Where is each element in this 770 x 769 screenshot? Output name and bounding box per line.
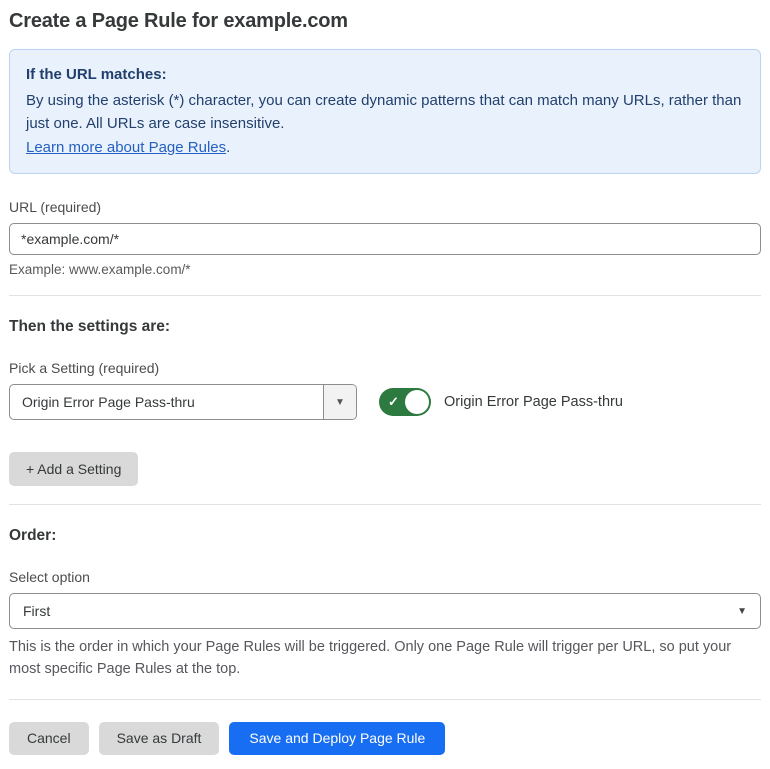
check-icon: ✓ <box>388 394 399 410</box>
chevron-down-icon: ▼ <box>737 605 747 617</box>
order-select-label: Select option <box>9 569 90 586</box>
setting-picker-arrow-button[interactable]: ▼ <box>323 385 356 420</box>
footer-actions: Cancel Save as Draft Save and Deploy Pag… <box>9 721 761 755</box>
divider <box>9 504 761 506</box>
info-box-link-line: Learn more about Page Rules. <box>26 136 744 160</box>
toggle-label: Origin Error Page Pass-thru <box>444 394 623 411</box>
info-box-body: By using the asterisk (*) character, you… <box>26 91 742 133</box>
order-select[interactable]: First ▼ <box>9 593 761 630</box>
setting-picker[interactable]: Origin Error Page Pass-thru ▼ <box>9 384 357 421</box>
add-setting-button[interactable]: + Add a Setting <box>9 452 139 487</box>
order-select-value: First <box>23 603 51 620</box>
save-draft-button[interactable]: Save as Draft <box>98 721 220 755</box>
chevron-down-icon: ▼ <box>335 396 345 408</box>
order-heading: Order: <box>9 527 57 545</box>
setting-picker-value: Origin Error Page Pass-thru <box>22 394 195 411</box>
toggle-knob <box>405 390 429 415</box>
info-box-heading: If the URL matches: <box>26 66 167 83</box>
setting-picker-label: Pick a Setting (required) <box>9 360 160 377</box>
setting-row: Origin Error Page Pass-thru ▼ ✓ Origin E… <box>9 384 761 421</box>
learn-more-link[interactable]: Learn more about Page Rules <box>26 139 226 156</box>
order-help-text: This is the order in which your Page Rul… <box>9 639 732 677</box>
save-deploy-button[interactable]: Save and Deploy Page Rule <box>229 721 446 755</box>
url-match-info-box: If the URL matches: By using the asteris… <box>9 49 761 175</box>
page-title: Create a Page Rule for example.com <box>9 10 348 32</box>
settings-heading: Then the settings are: <box>9 318 171 336</box>
url-input[interactable] <box>9 223 761 256</box>
setting-toggle[interactable]: ✓ <box>379 388 431 417</box>
divider <box>9 295 761 297</box>
divider <box>9 698 761 700</box>
url-hint: Example: www.example.com/* <box>9 262 191 278</box>
cancel-button[interactable]: Cancel <box>9 721 89 755</box>
link-period: . <box>226 138 231 156</box>
url-label: URL (required) <box>9 199 102 216</box>
page-rule-form: Create a Page Rule for example.com If th… <box>0 0 770 769</box>
